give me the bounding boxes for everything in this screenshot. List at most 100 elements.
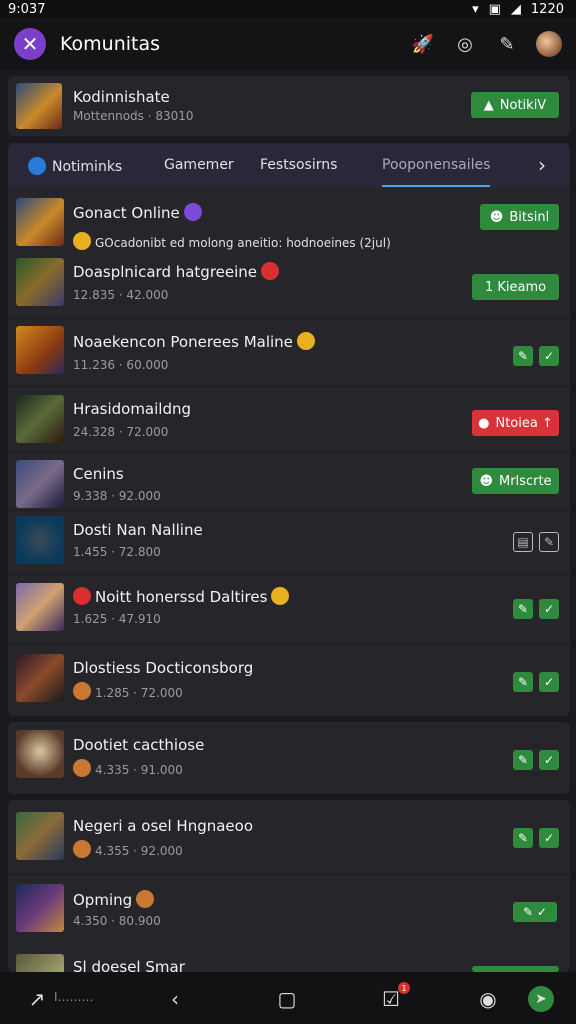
face-icon: ☻ <box>489 209 504 225</box>
game-stats: 4.355 · 92.000 <box>73 840 183 858</box>
heart-icon <box>73 587 91 605</box>
status-bar: 9:037 ▾ ▣ ◢ 1220 <box>0 0 576 18</box>
game-stats: 11.236 · 60.000 <box>73 358 169 372</box>
edit-icon[interactable]: ✎ <box>539 532 559 552</box>
game-list-card: Dootiet cacthiose 4.335 · 91.000 ✎ ✓ <box>8 722 570 794</box>
game-title: Hrasidomaildng <box>73 400 192 418</box>
smile-icon <box>271 587 290 605</box>
bottom-nav: ↗ I……… ‹ ▢ ☑ 1 ◉ ➤ <box>0 972 576 1024</box>
game-thumbnail <box>16 884 64 932</box>
status-time: 9:037 <box>8 1 46 17</box>
status-button[interactable]: ☻ Mrlscrte <box>472 468 559 494</box>
game-thumbnail <box>16 326 64 374</box>
calendar-icon[interactable]: ▤ <box>513 532 533 552</box>
game-thumbnail <box>16 954 64 972</box>
game-title: Noitt honerssd Daltires <box>73 587 290 606</box>
tab-logo-icon <box>28 157 46 175</box>
game-thumbnail <box>16 730 64 778</box>
game-stats: 4.350 · 80.900 <box>73 914 161 928</box>
face-icon: ☻ <box>479 473 493 489</box>
edit-icon[interactable]: ✎ <box>513 672 533 692</box>
check-icon[interactable]: ✓ <box>539 346 559 366</box>
game-thumbnail <box>16 258 64 306</box>
tab-notiminks[interactable]: Notiminks <box>28 157 122 175</box>
smile-icon <box>73 759 91 777</box>
divider <box>8 874 570 875</box>
signal-icon: ◢ <box>510 1 521 17</box>
game-thumbnail <box>16 516 64 564</box>
game-stats: 1.625 · 47.910 <box>73 612 161 626</box>
badge-icon <box>183 203 202 221</box>
send-icon[interactable]: ➤ <box>528 986 554 1012</box>
tab-pooponensailes[interactable]: Pooponensailes <box>382 157 491 187</box>
tab-festsosirns[interactable]: Festsosirns <box>260 157 337 173</box>
game-thumbnail <box>16 395 64 443</box>
tool-icon[interactable]: ✎ <box>494 31 520 57</box>
app-logo-icon[interactable]: ✕ <box>14 28 46 60</box>
wifi-icon: ▾ <box>472 1 479 17</box>
divider <box>8 510 570 511</box>
edit-icon[interactable]: ✎ <box>513 750 533 770</box>
status-battery: 1220 <box>530 1 564 17</box>
header-card: Kodinnishate Mottennods · 83010 ▲ Notiki… <box>8 76 570 136</box>
smile-icon <box>136 890 155 908</box>
alert-icon <box>261 262 280 280</box>
tasks-icon[interactable]: ☑ 1 <box>378 982 410 1012</box>
bottom-nav-label: I……… <box>54 990 94 1004</box>
rocket-icon[interactable]: 🚀 <box>410 31 436 57</box>
status-button[interactable]: ☻ Bitsinl <box>480 204 559 230</box>
tab-gamemer[interactable]: Gamemer <box>164 157 234 173</box>
divider <box>8 644 570 645</box>
game-title: Negeri a osel Hngnaeoo <box>73 817 254 835</box>
game-stats: 1.285 · 72.000 <box>73 682 183 700</box>
app-title: Komunitas <box>60 33 161 55</box>
check-icon[interactable]: ✓ <box>539 672 559 692</box>
divider <box>8 318 570 319</box>
edit-icon[interactable]: ✎ <box>513 828 533 848</box>
game-description: GOcadonibt ed molong aneitio: hodnoeines… <box>73 232 391 250</box>
divider <box>8 574 570 575</box>
alert-icon: ● <box>478 415 490 431</box>
game-title: Opming <box>73 890 155 909</box>
edit-icon[interactable]: ✎ <box>513 346 533 366</box>
game-thumbnail <box>16 460 64 508</box>
check-icon[interactable]: ✓ <box>539 828 559 848</box>
header-subtitle: Mottennods · 83010 <box>73 109 194 123</box>
game-stats: 4.335 · 91.000 <box>73 759 183 777</box>
game-thumbnail <box>16 812 64 860</box>
game-thumbnail <box>16 654 64 702</box>
edit-icon[interactable]: ✎ ✓ <box>513 902 557 922</box>
back-icon[interactable]: ‹ <box>162 986 188 1012</box>
tab-bar: Notiminks Gamemer Festsosirns Pooponensa… <box>8 143 570 188</box>
game-title: Noaekencon Ponerees Maline <box>73 332 315 351</box>
status-button[interactable]: 1 Kieamo <box>472 274 559 300</box>
status-button[interactable]: ● Ntoiea ↑ <box>472 410 559 436</box>
game-title: Cenins <box>73 465 124 483</box>
edit-icon[interactable]: ✎ <box>513 599 533 619</box>
game-title: Dlostiess Docticonsborg <box>73 659 254 677</box>
game-stats: 12.835 · 42.000 <box>73 288 169 302</box>
game-title: Dosti Nan Nalline <box>73 521 203 539</box>
smile-icon <box>73 682 91 700</box>
divider <box>8 386 570 387</box>
bell-icon: ▲ <box>483 97 494 113</box>
game-stats: 9.338 · 92.000 <box>73 489 161 503</box>
header-notify-button[interactable]: ▲ NotikiV <box>471 92 559 118</box>
game-title: Doasplnicard hatgreeine <box>73 262 280 281</box>
game-title: Dootiet cacthiose <box>73 736 205 754</box>
profile-icon[interactable]: ◉ <box>475 986 501 1012</box>
check-icon[interactable]: ✓ <box>539 750 559 770</box>
home-icon[interactable]: ▢ <box>274 986 300 1012</box>
app-bar: ✕ Komunitas 🚀 ◎ ✎ <box>0 18 576 70</box>
game-list-card: Gonact Online GOcadonibt ed molong aneit… <box>8 188 570 716</box>
smile-icon <box>296 332 315 350</box>
target-icon[interactable]: ◎ <box>452 31 478 57</box>
avatar[interactable] <box>536 31 562 57</box>
game-thumbnail <box>16 198 64 246</box>
share-icon[interactable]: ↗ <box>24 986 50 1012</box>
header-title: Kodinnishate <box>73 88 170 106</box>
check-icon[interactable]: ✓ <box>539 599 559 619</box>
signal-box-icon: ▣ <box>488 1 501 17</box>
chevron-right-icon[interactable]: › <box>538 153 546 177</box>
game-list-card: Negeri a osel Hngnaeoo 4.355 · 92.000 ✎ … <box>8 800 570 976</box>
